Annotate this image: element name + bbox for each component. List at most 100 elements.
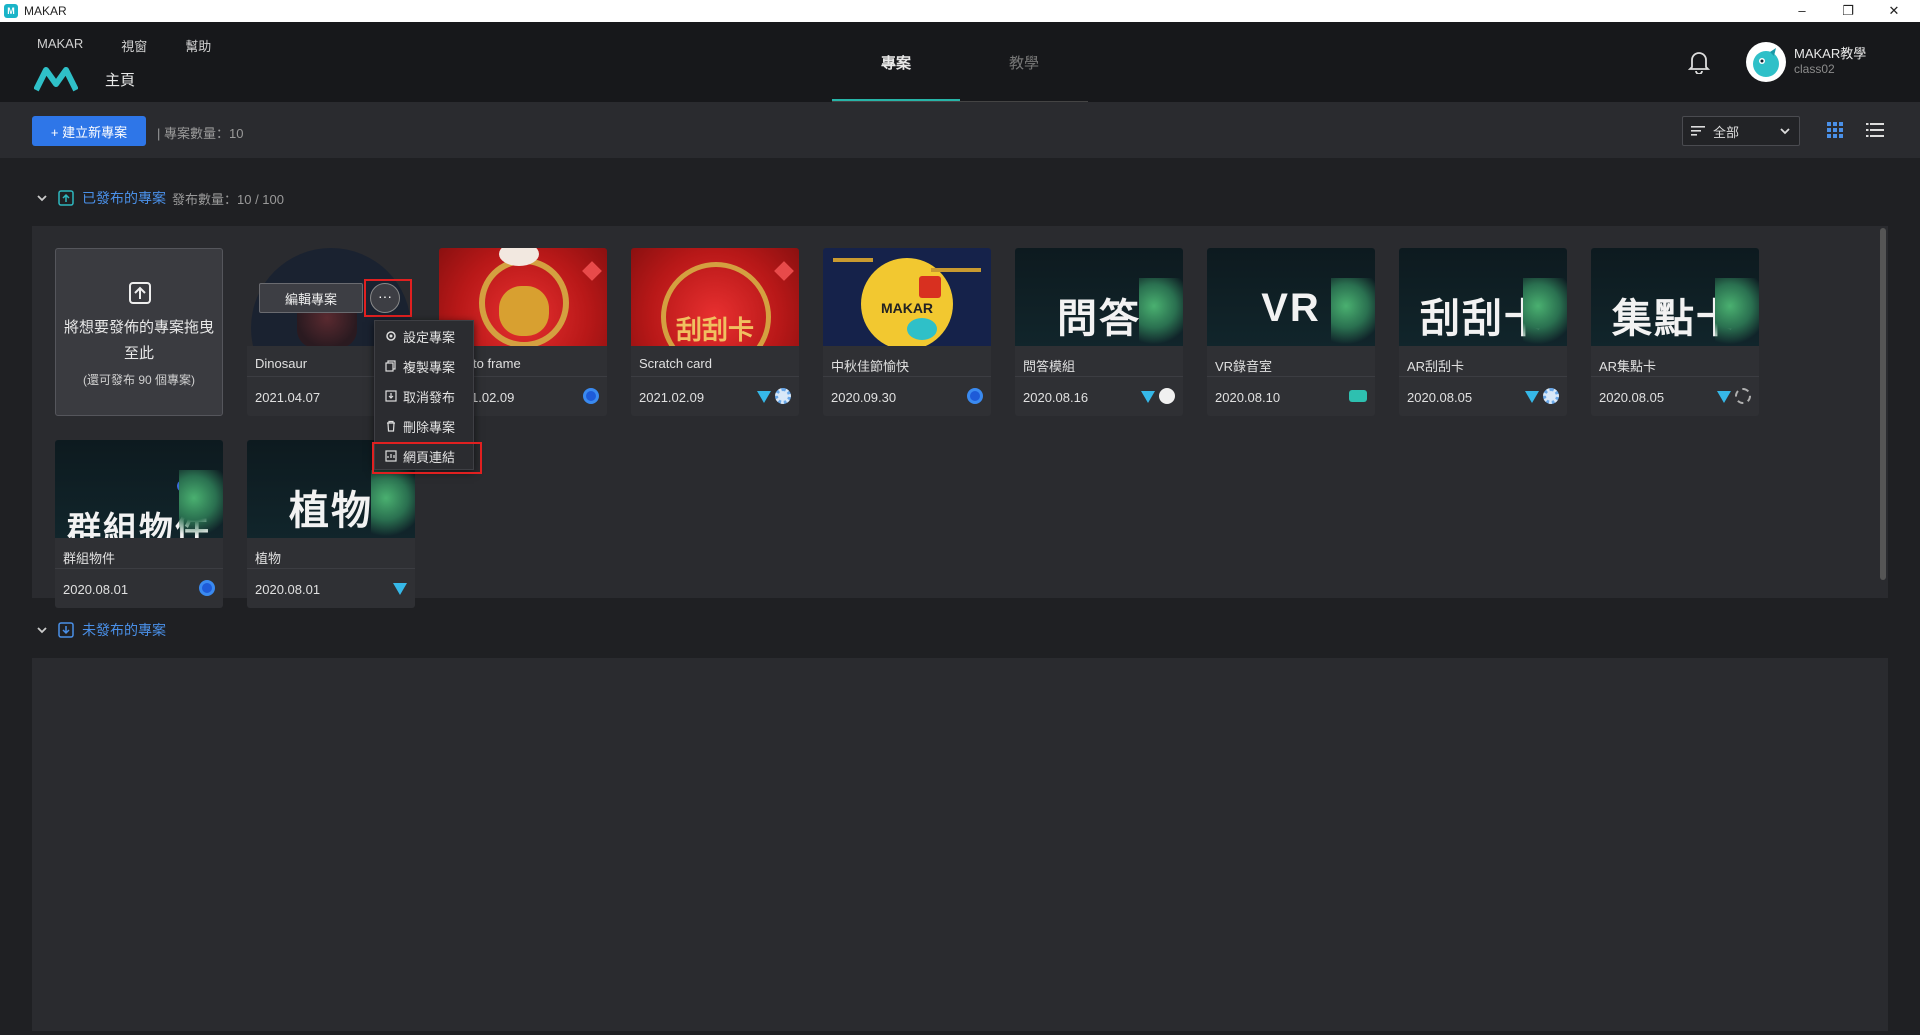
project-count: | 專案數量：10 bbox=[157, 126, 244, 141]
project-date: 2021.02.09 bbox=[639, 390, 705, 405]
avatar[interactable] bbox=[1746, 42, 1786, 82]
project-type-icons bbox=[757, 388, 791, 404]
project-thumbnail: 群組物件 bbox=[55, 440, 223, 538]
grid-view-icon[interactable] bbox=[1826, 121, 1844, 139]
thumbnail-text: 刮刮卡 bbox=[675, 315, 754, 345]
project-name: AR刮刮卡 bbox=[1407, 359, 1465, 374]
chevron-down-icon[interactable] bbox=[36, 624, 48, 636]
edit-project-button[interactable]: 編輯專案 bbox=[259, 283, 363, 313]
project-type-icons bbox=[1525, 388, 1559, 404]
project-thumbnail: MAKAR bbox=[823, 248, 991, 346]
unpublished-section-header[interactable]: 未發布的專案 bbox=[36, 620, 166, 640]
menu-item-duplicate-project[interactable]: 複製專案 bbox=[375, 351, 475, 381]
project-card[interactable]: 集點卡 AR集點卡 2020.08.05 bbox=[1591, 248, 1759, 416]
card-divider bbox=[1015, 376, 1183, 377]
project-thumbnail: 刮刮卡 bbox=[1399, 248, 1567, 346]
close-button[interactable]: ✕ bbox=[1872, 0, 1916, 22]
upload-icon bbox=[129, 282, 151, 304]
menu-item-makar[interactable]: MAKAR bbox=[37, 36, 83, 55]
project-card[interactable]: VR VR錄音室 2020.08.10 bbox=[1207, 248, 1375, 416]
project-date: 2020.08.05 bbox=[1407, 390, 1473, 405]
project-type-icons bbox=[1141, 388, 1175, 404]
project-card[interactable]: 刮刮卡 Scratch card 2021.02.09 bbox=[631, 248, 799, 416]
highlight-box-web-link bbox=[372, 442, 482, 474]
project-type-icons bbox=[393, 580, 407, 595]
main-tabs: 專案 教學 bbox=[832, 22, 1088, 102]
ar-icon bbox=[393, 583, 407, 595]
menu-bar: MAKAR 視窗 幫助 bbox=[37, 36, 249, 55]
project-type-icons bbox=[1717, 388, 1751, 404]
menu-item-help[interactable]: 幫助 bbox=[185, 36, 211, 55]
vr-headset-icon bbox=[1349, 390, 1367, 402]
project-date: 1.02.09 bbox=[471, 390, 515, 405]
upload-box-icon bbox=[58, 190, 74, 206]
project-date: 2021.04.07 bbox=[255, 390, 321, 405]
project-name: 群組物件 bbox=[63, 551, 116, 566]
project-type-icons bbox=[583, 388, 599, 404]
project-thumbnail: 刮刮卡 bbox=[631, 248, 799, 346]
card-divider bbox=[1591, 376, 1759, 377]
project-card[interactable]: 群組物件 群組物件 2020.08.01 bbox=[55, 440, 223, 608]
project-thumbnail: VR bbox=[1207, 248, 1375, 346]
ar-icon bbox=[757, 391, 771, 403]
project-date: 2020.09.30 bbox=[831, 390, 897, 405]
module-icon bbox=[1543, 388, 1559, 404]
thumbnail-text: MAKAR bbox=[880, 300, 934, 316]
drop-zone-note: (還可發布 90 個專案) bbox=[82, 373, 195, 387]
bell-icon[interactable] bbox=[1688, 50, 1710, 74]
publish-drop-zone[interactable]: 將想要發佈的專案拖曳至此 (還可發布 90 個專案) bbox=[55, 248, 223, 416]
ar-icon bbox=[1525, 391, 1539, 403]
project-name: to frame bbox=[473, 356, 521, 371]
stamp-icon bbox=[1735, 388, 1751, 404]
project-date: 2020.08.01 bbox=[63, 582, 129, 597]
card-divider bbox=[823, 376, 991, 377]
published-section-header[interactable]: 已發布的專案 發布數量：10 / 100 bbox=[36, 188, 284, 208]
project-type-icons bbox=[199, 580, 215, 596]
tab-projects[interactable]: 專案 bbox=[832, 22, 960, 102]
tab-tutorials[interactable]: 教學 bbox=[960, 22, 1088, 102]
new-project-button[interactable]: + 建立新專案 bbox=[32, 116, 146, 146]
download-box-icon bbox=[58, 622, 74, 638]
project-type-icons bbox=[1349, 388, 1367, 402]
project-thumbnail: 集點卡 bbox=[1591, 248, 1759, 346]
project-card[interactable]: 問答 問答模組 2020.08.16 bbox=[1015, 248, 1183, 416]
menu-item-unpublish[interactable]: 取消發布 bbox=[375, 381, 475, 411]
ar-icon bbox=[1141, 391, 1155, 403]
card-divider bbox=[1399, 376, 1567, 377]
project-name: AR集點卡 bbox=[1599, 359, 1657, 374]
trash-icon bbox=[387, 420, 395, 432]
highlight-box-more bbox=[364, 279, 412, 317]
filter-select[interactable]: 全部 bbox=[1682, 116, 1800, 146]
minimize-button[interactable]: – bbox=[1780, 0, 1824, 22]
download-box-icon bbox=[385, 390, 397, 402]
web-ar-icon bbox=[583, 388, 599, 404]
project-card[interactable]: MAKAR 中秋佳節愉快 2020.09.30 bbox=[823, 248, 991, 416]
unpublished-projects-area bbox=[32, 658, 1888, 1031]
gear-icon bbox=[386, 331, 396, 341]
web-ar-icon bbox=[967, 388, 983, 404]
project-name: VR錄音室 bbox=[1215, 359, 1273, 374]
project-date: 2020.08.16 bbox=[1023, 390, 1089, 405]
project-toolbar: + 建立新專案 | 專案數量：10 全部 bbox=[0, 102, 1920, 158]
ar-icon bbox=[1717, 391, 1731, 403]
project-date: 2020.08.01 bbox=[255, 582, 321, 597]
chevron-down-icon bbox=[1780, 128, 1790, 135]
menu-item-project-settings[interactable]: 設定專案 bbox=[375, 321, 475, 351]
project-card[interactable]: 刮刮卡 AR刮刮卡 2020.08.05 bbox=[1399, 248, 1567, 416]
menu-item-label: 刪除專案 bbox=[403, 419, 456, 435]
restore-button[interactable]: ❐ bbox=[1826, 0, 1870, 22]
card-divider bbox=[55, 568, 223, 569]
list-view-icon[interactable] bbox=[1866, 121, 1884, 139]
menu-item-delete-project[interactable]: 刪除專案 bbox=[375, 411, 475, 441]
menu-item-label: 複製專案 bbox=[403, 359, 456, 375]
published-scrollbar[interactable] bbox=[1880, 228, 1886, 580]
menu-item-view[interactable]: 視窗 bbox=[121, 36, 147, 55]
makar-logo-icon[interactable] bbox=[34, 66, 78, 92]
menu-item-label: 設定專案 bbox=[403, 329, 456, 345]
module-icon bbox=[775, 388, 791, 404]
chevron-down-icon[interactable] bbox=[36, 192, 48, 204]
window-titlebar: M MAKAR – ❐ ✕ bbox=[0, 0, 1920, 22]
project-date: 2020.08.10 bbox=[1215, 390, 1281, 405]
card-divider bbox=[631, 376, 799, 377]
card-divider bbox=[247, 568, 415, 569]
